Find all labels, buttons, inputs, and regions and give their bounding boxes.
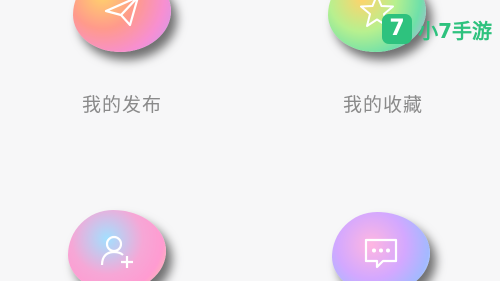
my-publish-icon-button[interactable] [73, 0, 171, 52]
follow-icon-button[interactable] [68, 210, 166, 281]
menu-grid: 我的发布 我的收藏 7 小7手游 [0, 0, 500, 281]
message-icon-button[interactable] [332, 212, 430, 281]
my-publish-label: 我的发布 [81, 94, 162, 116]
watermark-text: 小7手游 [418, 18, 492, 43]
my-favorites-label: 我的收藏 [342, 94, 423, 116]
paper-plane-icon [104, 0, 139, 27]
message-icon [364, 238, 398, 269]
watermark-badge: 7 [382, 14, 413, 44]
add-user-icon [100, 235, 133, 268]
watermark-logo: 7 小7手游 [382, 14, 492, 44]
